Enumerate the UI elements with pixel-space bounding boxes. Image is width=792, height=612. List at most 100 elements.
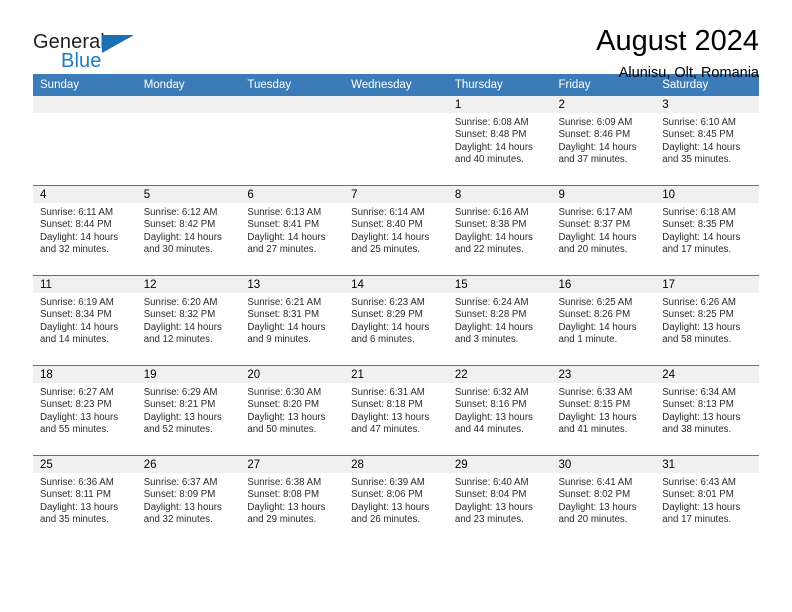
daylight-text: Daylight: 13 hours and 52 minutes. — [143, 411, 222, 436]
day-cell-content: 16 Sunrise: 6:25 AM Sunset: 8:26 PM Dayligh… — [551, 276, 656, 365]
calendar-day-cell[interactable]: 27 Sunrise: 6:38 AM Sunset: 8:08 PM Dayligh… — [240, 455, 345, 545]
calendar-day-cell[interactable]: 12 Sunrise: 6:20 AM Sunset: 8:32 PM Dayligh… — [136, 275, 241, 366]
calendar-day-cell[interactable]: 1 Sunrise: 6:08 AM Sunset: 8:48 PM Daylight… — [447, 96, 552, 186]
day-sun-info: Sunrise: 6:11 AM Sunset: 8:44 PM Daylight:… — [33, 203, 137, 257]
sunset-text: Sunset: 8:16 PM — [454, 399, 527, 411]
calendar-week-row: 25 Sunrise: 6:36 AM Sunset: 8:11 PM Dayligh… — [33, 455, 759, 545]
calendar-day-cell[interactable]: 23 Sunrise: 6:33 AM Sunset: 8:15 PM Dayligh… — [551, 365, 656, 456]
day-cell-content: 24 Sunrise: 6:34 AM Sunset: 8:13 PM Dayligh… — [655, 366, 759, 455]
day-cell-content: 31 Sunrise: 6:43 AM Sunset: 8:01 PM Dayligh… — [655, 456, 759, 545]
day-cell-content: 10 Sunrise: 6:18 AM Sunset: 8:35 PM Dayligh… — [655, 186, 759, 275]
daylight-text: Daylight: 13 hours and 20 minutes. — [558, 501, 637, 526]
day-number: 6 — [240, 186, 345, 203]
calendar-day-cell[interactable]: 13 Sunrise: 6:21 AM Sunset: 8:31 PM Dayligh… — [240, 275, 345, 366]
daylight-text: Daylight: 14 hours and 9 minutes. — [247, 321, 326, 346]
calendar-day-cell[interactable]: 21 Sunrise: 6:31 AM Sunset: 8:18 PM Dayligh… — [344, 365, 448, 456]
sunset-text: Sunset: 8:26 PM — [558, 309, 631, 321]
sunrise-text: Sunrise: 6:13 AM — [247, 207, 322, 218]
calendar-day-cell[interactable]: 5 Sunrise: 6:12 AM Sunset: 8:42 PM Daylight… — [136, 185, 241, 276]
page-header: General Blue August 2024 Alunisu, Olt, R… — [33, 0, 759, 82]
page-title: August 2024 — [596, 25, 759, 57]
day-sun-info: Sunrise: 6:32 AM Sunset: 8:16 PM Daylight:… — [448, 383, 552, 437]
day-sun-info: Sunrise: 6:36 AM Sunset: 8:11 PM Daylight:… — [33, 473, 137, 527]
calendar-body: 1 Sunrise: 6:08 AM Sunset: 8:48 PM Daylight… — [33, 96, 759, 545]
calendar-day-cell[interactable]: 20 Sunrise: 6:30 AM Sunset: 8:20 PM Dayligh… — [240, 365, 345, 456]
daylight-text: Daylight: 14 hours and 14 minutes. — [40, 321, 119, 346]
daylight-text: Daylight: 14 hours and 6 minutes. — [351, 321, 430, 346]
calendar-day-cell[interactable]: 14 Sunrise: 6:23 AM Sunset: 8:29 PM Dayligh… — [344, 275, 448, 366]
calendar-day-cell[interactable]: 26 Sunrise: 6:37 AM Sunset: 8:09 PM Dayligh… — [136, 455, 241, 545]
calendar-day-cell[interactable]: 31 Sunrise: 6:43 AM Sunset: 8:01 PM Dayligh… — [655, 455, 759, 545]
daylight-text: Daylight: 13 hours and 41 minutes. — [558, 411, 637, 436]
calendar-day-cell[interactable] — [33, 96, 137, 186]
daylight-text: Daylight: 13 hours and 38 minutes. — [662, 411, 741, 436]
sunrise-text: Sunrise: 6:32 AM — [454, 387, 529, 398]
calendar-day-cell[interactable]: 6 Sunrise: 6:13 AM Sunset: 8:41 PM Daylight… — [240, 185, 345, 276]
day-sun-info: Sunrise: 6:09 AM Sunset: 8:46 PM Daylight:… — [552, 113, 656, 167]
sunset-text: Sunset: 8:21 PM — [143, 399, 216, 411]
calendar-day-cell[interactable]: 28 Sunrise: 6:39 AM Sunset: 8:06 PM Dayligh… — [344, 455, 448, 545]
calendar-day-cell[interactable]: 19 Sunrise: 6:29 AM Sunset: 8:21 PM Dayligh… — [136, 365, 241, 456]
sunrise-text: Sunrise: 6:27 AM — [40, 387, 114, 398]
day-sun-info: Sunrise: 6:29 AM Sunset: 8:21 PM Daylight:… — [137, 383, 241, 437]
sunset-text: Sunset: 8:32 PM — [143, 309, 216, 321]
day-number: 2 — [551, 96, 656, 113]
daylight-text: Daylight: 14 hours and 40 minutes. — [454, 141, 533, 166]
sunset-text: Sunset: 8:20 PM — [247, 399, 320, 411]
day-number: 5 — [136, 186, 241, 203]
sunset-text: Sunset: 8:02 PM — [558, 489, 631, 501]
calendar-day-cell[interactable]: 17 Sunrise: 6:26 AM Sunset: 8:25 PM Dayligh… — [655, 275, 759, 366]
calendar-day-cell[interactable]: 9 Sunrise: 6:17 AM Sunset: 8:37 PM Daylight… — [551, 185, 656, 276]
day-number: 11 — [33, 276, 137, 293]
weekday-header-wednesday: Wednesday — [344, 74, 448, 96]
day-number: 27 — [240, 456, 345, 473]
calendar-day-cell[interactable]: 29 Sunrise: 6:40 AM Sunset: 8:04 PM Dayligh… — [447, 455, 552, 545]
calendar-day-cell[interactable] — [344, 96, 448, 186]
sunset-text: Sunset: 8:35 PM — [662, 219, 734, 231]
calendar-day-cell[interactable]: 10 Sunrise: 6:18 AM Sunset: 8:35 PM Dayligh… — [655, 185, 759, 276]
calendar-day-cell[interactable]: 3 Sunrise: 6:10 AM Sunset: 8:45 PM Daylight… — [655, 96, 759, 186]
sunset-text: Sunset: 8:13 PM — [662, 399, 734, 411]
calendar-day-cell[interactable]: 22 Sunrise: 6:32 AM Sunset: 8:16 PM Dayligh… — [447, 365, 552, 456]
calendar-day-cell[interactable]: 24 Sunrise: 6:34 AM Sunset: 8:13 PM Dayligh… — [655, 365, 759, 456]
sunrise-text: Sunrise: 6:31 AM — [351, 387, 425, 398]
calendar-day-cell[interactable]: 25 Sunrise: 6:36 AM Sunset: 8:11 PM Dayligh… — [33, 455, 137, 545]
calendar-week-row: 4 Sunrise: 6:11 AM Sunset: 8:44 PM Daylight… — [33, 185, 759, 276]
daylight-text: Daylight: 14 hours and 37 minutes. — [558, 141, 637, 166]
calendar-day-cell[interactable]: 30 Sunrise: 6:41 AM Sunset: 8:02 PM Dayligh… — [551, 455, 656, 545]
day-number — [240, 96, 345, 113]
day-number: 8 — [447, 186, 552, 203]
triangle-flag-icon — [102, 35, 134, 53]
sunrise-text: Sunrise: 6:41 AM — [558, 477, 633, 488]
day-number: 1 — [447, 96, 552, 113]
daylight-text: Daylight: 13 hours and 47 minutes. — [351, 411, 430, 436]
calendar-day-cell[interactable]: 16 Sunrise: 6:25 AM Sunset: 8:26 PM Dayligh… — [551, 275, 656, 366]
calendar-day-cell[interactable]: 2 Sunrise: 6:09 AM Sunset: 8:46 PM Daylight… — [551, 96, 656, 186]
day-sun-info: Sunrise: 6:26 AM Sunset: 8:25 PM Daylight:… — [655, 293, 759, 347]
calendar-day-cell[interactable] — [136, 96, 241, 186]
brand-name-blue: Blue — [61, 50, 102, 72]
sunrise-text: Sunrise: 6:38 AM — [247, 477, 322, 488]
day-sun-info: Sunrise: 6:19 AM Sunset: 8:34 PM Daylight:… — [33, 293, 137, 347]
day-number — [136, 96, 241, 113]
sunset-text: Sunset: 8:37 PM — [558, 219, 631, 231]
calendar-day-cell[interactable]: 8 Sunrise: 6:16 AM Sunset: 8:38 PM Daylight… — [447, 185, 552, 276]
weekday-header-thursday: Thursday — [447, 74, 552, 96]
sunset-text: Sunset: 8:41 PM — [247, 219, 320, 231]
calendar-day-cell[interactable]: 15 Sunrise: 6:24 AM Sunset: 8:28 PM Dayligh… — [447, 275, 552, 366]
calendar-day-cell[interactable]: 18 Sunrise: 6:27 AM Sunset: 8:23 PM Dayligh… — [33, 365, 137, 456]
day-sun-info: Sunrise: 6:16 AM Sunset: 8:38 PM Daylight:… — [448, 203, 552, 257]
calendar-week-row: 1 Sunrise: 6:08 AM Sunset: 8:48 PM Daylight… — [33, 96, 759, 186]
brand-logo[interactable]: General Blue — [33, 26, 153, 76]
day-cell-content — [136, 96, 241, 185]
day-number: 28 — [344, 456, 448, 473]
calendar-day-cell[interactable] — [240, 96, 345, 186]
day-cell-content: 28 Sunrise: 6:39 AM Sunset: 8:06 PM Dayligh… — [344, 456, 448, 545]
sunset-text: Sunset: 8:01 PM — [662, 489, 734, 501]
sunset-text: Sunset: 8:18 PM — [351, 399, 423, 411]
calendar-day-cell[interactable]: 11 Sunrise: 6:19 AM Sunset: 8:34 PM Dayligh… — [33, 275, 137, 366]
sunrise-text: Sunrise: 6:23 AM — [351, 297, 425, 308]
sunrise-text: Sunrise: 6:36 AM — [40, 477, 114, 488]
calendar-day-cell[interactable]: 7 Sunrise: 6:14 AM Sunset: 8:40 PM Daylight… — [344, 185, 448, 276]
calendar-day-cell[interactable]: 4 Sunrise: 6:11 AM Sunset: 8:44 PM Daylight… — [33, 185, 137, 276]
